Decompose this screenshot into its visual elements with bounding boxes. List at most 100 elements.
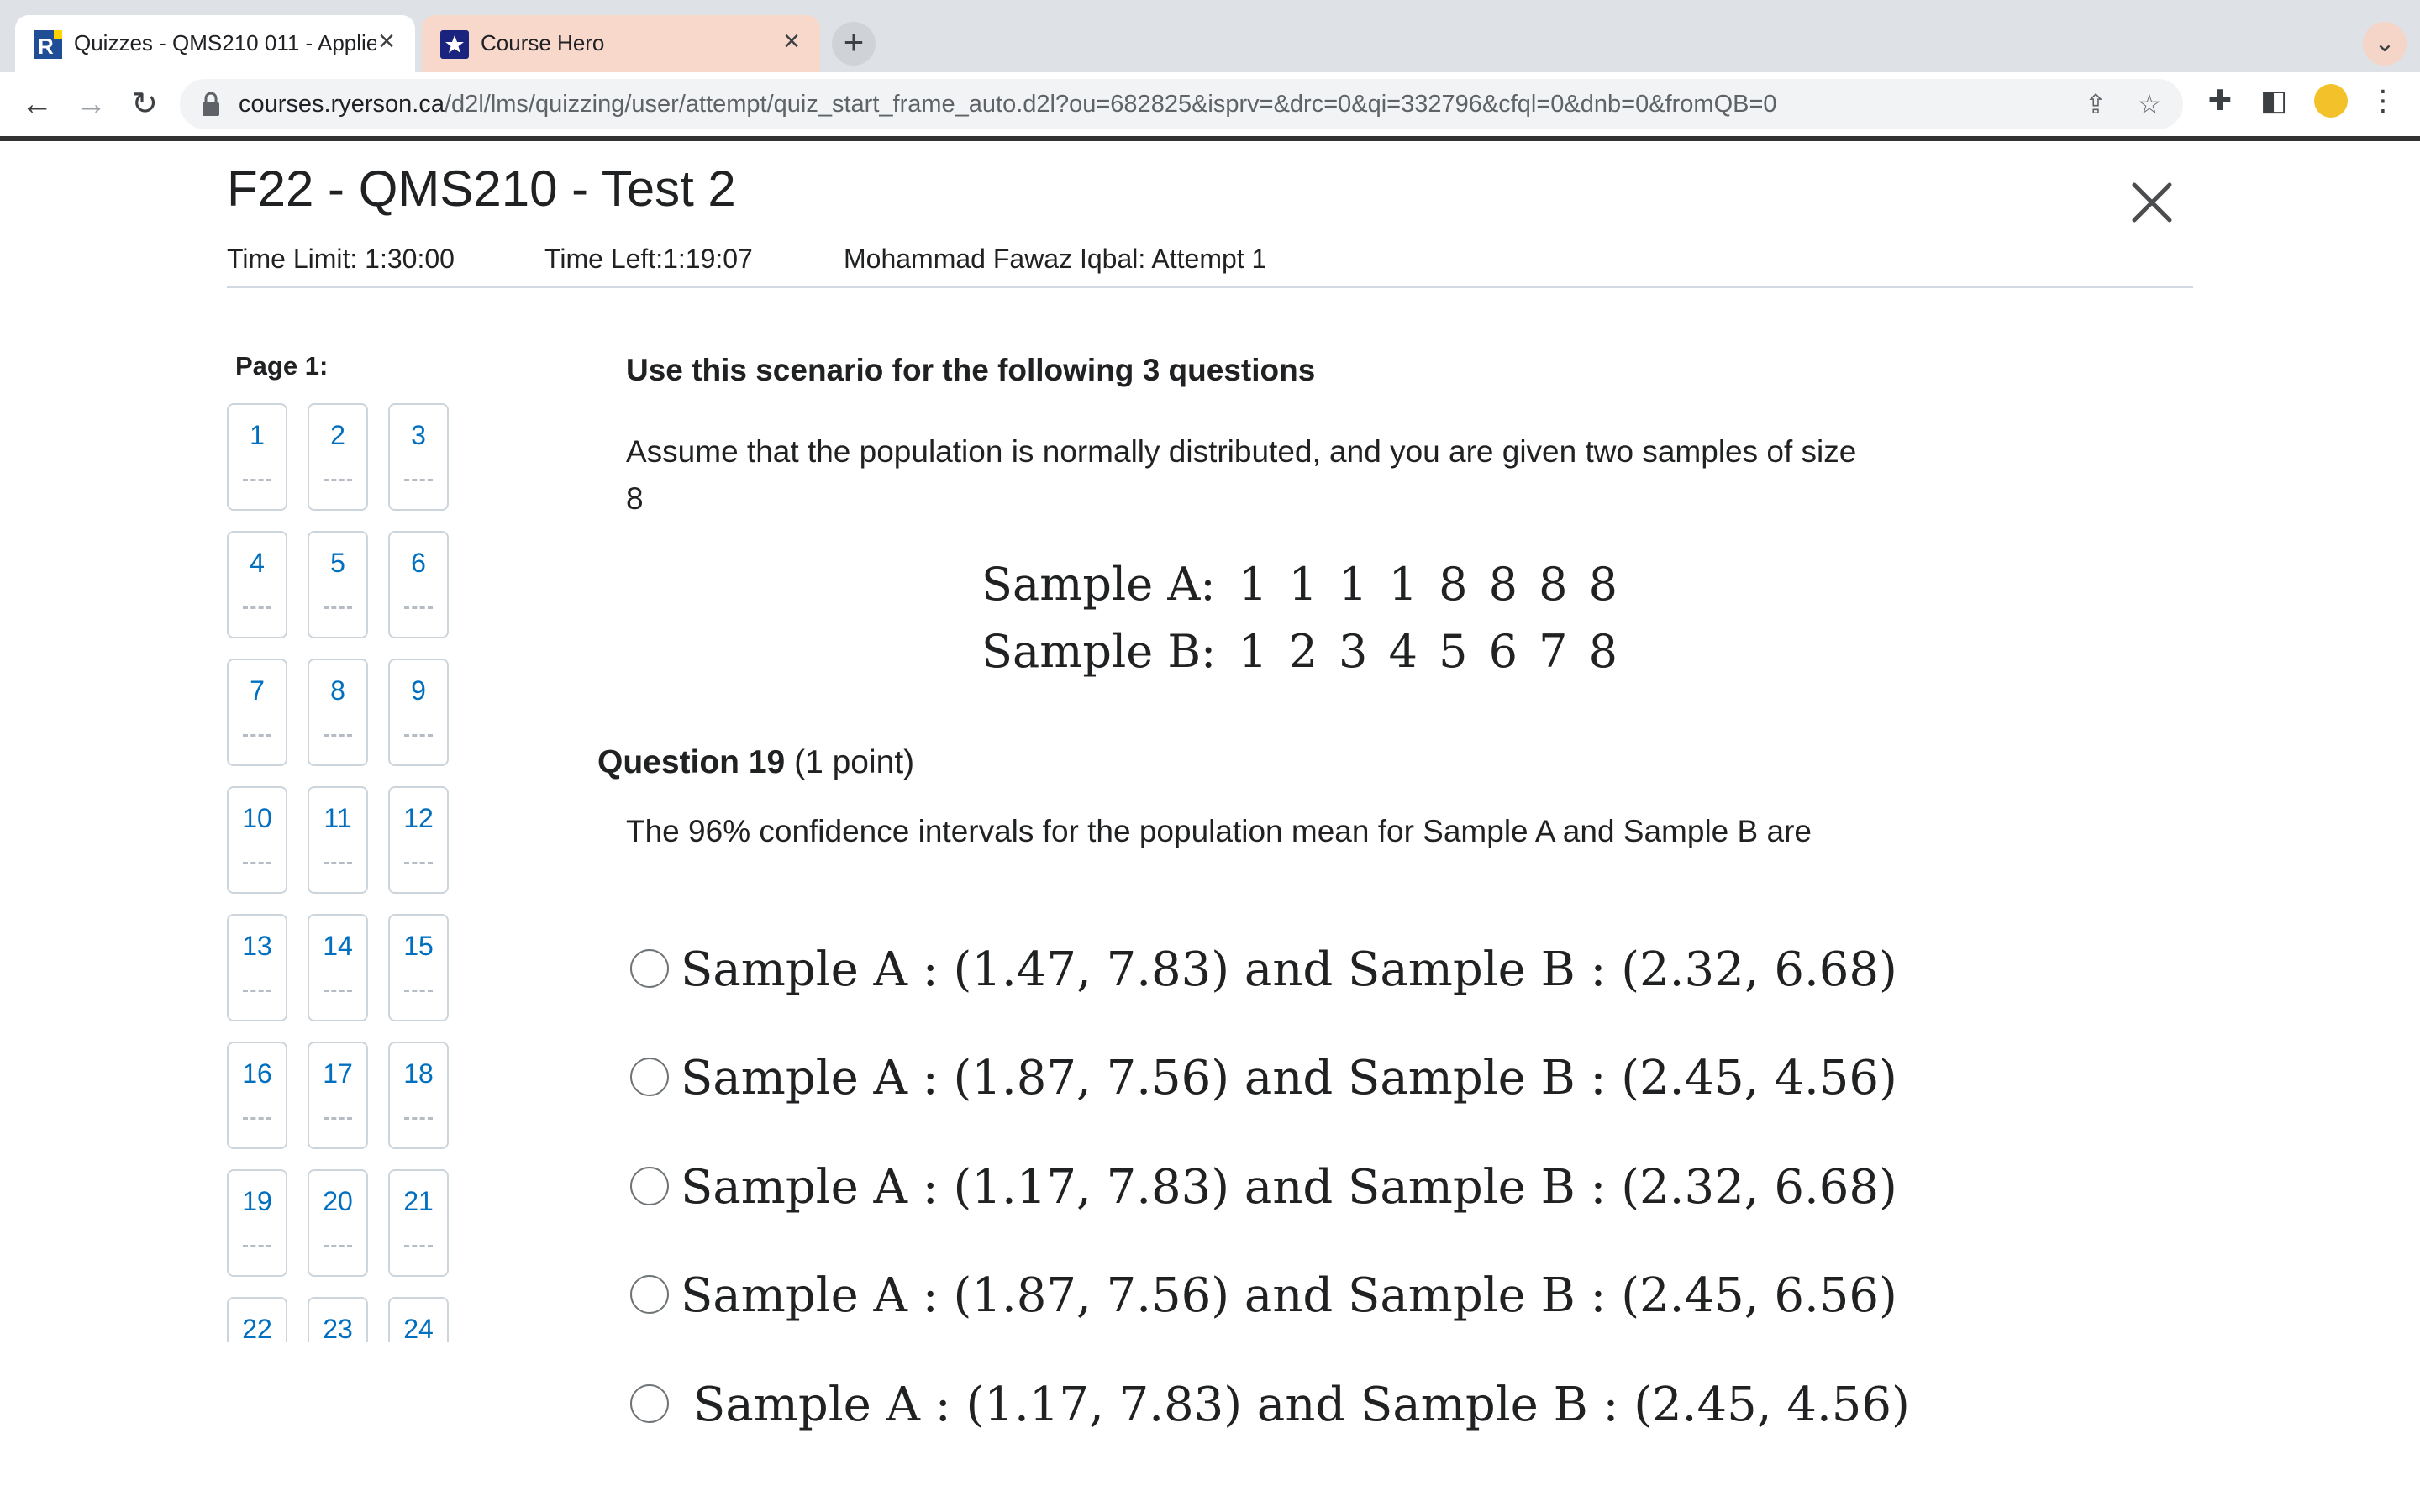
time-left: Time Left:1:19:07 <box>544 244 753 274</box>
question-nav-item[interactable]: 22 <box>227 1297 287 1342</box>
question-nav-item[interactable]: 14 <box>308 914 368 1021</box>
sample-b-values: 1 2 3 4 5 6 7 8 <box>1239 625 1622 678</box>
header-divider <box>227 286 2193 288</box>
question-nav-item[interactable]: 16 <box>227 1042 287 1149</box>
question-nav-item[interactable]: 19 <box>227 1169 287 1277</box>
unanswered-indicator <box>324 862 352 864</box>
radio-button[interactable] <box>630 1167 669 1205</box>
question-nav-item[interactable]: 12 <box>388 786 449 894</box>
unanswered-indicator <box>404 734 433 737</box>
question-nav-number: 2 <box>330 420 345 450</box>
answer-option-text: Sample A : (1.17, 7.83) and Sample B : (… <box>681 1160 1897 1215</box>
question-nav-item[interactable]: 5 <box>308 531 368 638</box>
course-hero-favicon-icon <box>440 30 469 59</box>
question-points: (1 point) <box>794 744 915 780</box>
radio-button[interactable] <box>630 949 669 988</box>
side-panel-icon[interactable]: ◧ <box>2255 82 2292 119</box>
close-icon[interactable] <box>2128 178 2176 227</box>
toolbar-divider <box>0 136 2420 141</box>
tab-course-hero[interactable]: Course Hero × <box>422 15 820 72</box>
unanswered-indicator <box>404 606 433 609</box>
unanswered-indicator <box>324 479 352 481</box>
radio-button[interactable] <box>630 1058 669 1096</box>
page-label: Page 1: <box>235 351 329 381</box>
extensions-puzzle-icon[interactable]: ✚ <box>2202 82 2238 119</box>
answer-option-text: Sample A : (1.87, 7.56) and Sample B : (… <box>681 1268 1897 1323</box>
question-nav-number: 5 <box>330 548 345 578</box>
question-nav-item[interactable]: 23 <box>308 1297 368 1342</box>
browser-menu-icon[interactable]: ⋮ <box>2365 82 2402 119</box>
profile-avatar[interactable] <box>2314 84 2348 118</box>
question-nav-number: 16 <box>242 1058 272 1089</box>
unanswered-indicator <box>243 990 271 992</box>
question-nav-number: 12 <box>403 803 434 833</box>
unanswered-indicator <box>404 990 433 992</box>
sample-b-row: Sample B: 1 2 3 4 5 6 7 8 <box>981 625 1621 678</box>
tab-title: Course Hero <box>481 30 605 55</box>
unanswered-indicator <box>243 734 271 737</box>
question-nav-item[interactable]: 2 <box>308 403 368 511</box>
time-limit: Time Limit: 1:30:00 <box>227 244 455 274</box>
question-nav-item[interactable]: 18 <box>388 1042 449 1149</box>
radio-button[interactable] <box>630 1275 669 1314</box>
answer-option-text: Sample A : (1.17, 7.83) and Sample B : (… <box>693 1378 1910 1432</box>
question-nav-item[interactable]: 7 <box>227 659 287 766</box>
address-bar[interactable]: courses.ryerson.ca/d2l/lms/quizzing/user… <box>180 79 2183 129</box>
question-nav-number: 6 <box>411 548 426 578</box>
unanswered-indicator <box>404 1117 433 1120</box>
unanswered-indicator <box>324 606 352 609</box>
question-nav-item[interactable]: 9 <box>388 659 449 766</box>
question-nav-item[interactable]: 21 <box>388 1169 449 1277</box>
tab-quizzes[interactable]: R Quizzes - QMS210 011 - Applie × <box>15 15 415 72</box>
question-nav-item[interactable]: 20 <box>308 1169 368 1277</box>
question-nav-item[interactable]: 4 <box>227 531 287 638</box>
question-nav-number: 13 <box>242 931 272 961</box>
unanswered-indicator <box>324 990 352 992</box>
question-nav-item[interactable]: 11 <box>308 786 368 894</box>
question-nav-item[interactable]: 10 <box>227 786 287 894</box>
sample-a-label: Sample A: <box>981 558 1216 611</box>
question-nav-item[interactable]: 1 <box>227 403 287 511</box>
question-nav-number: 20 <box>323 1186 353 1216</box>
new-tab-button[interactable]: + <box>832 22 876 66</box>
scenario-title: Use this scenario for the following 3 qu… <box>626 353 1316 387</box>
question-navigator: 1 2 3 4 5 6 7 8 9 10 11 12 13 14 15 16 17 18 19 20 21 22 23 24 <box>227 403 462 1342</box>
unanswered-indicator <box>243 606 271 609</box>
unanswered-indicator <box>324 734 352 737</box>
url-text: courses.ryerson.ca/d2l/lms/quizzing/user… <box>239 91 1777 118</box>
question-nav-item[interactable]: 24 <box>388 1297 449 1342</box>
quiz-title: F22 - QMS210 - Test 2 <box>227 160 736 217</box>
browser-toolbar: ← → ↻ courses.ryerson.ca/d2l/lms/quizzin… <box>0 72 2420 136</box>
unanswered-indicator <box>243 1117 271 1120</box>
tab-close-icon[interactable]: × <box>783 27 800 55</box>
sample-a-row: Sample A: 1 1 1 1 8 8 8 8 <box>981 558 1621 611</box>
question-nav-item[interactable]: 8 <box>308 659 368 766</box>
question-nav-item[interactable]: 13 <box>227 914 287 1021</box>
question-nav-number: 7 <box>250 675 265 706</box>
question-nav-item[interactable]: 6 <box>388 531 449 638</box>
question-nav-item[interactable]: 17 <box>308 1042 368 1149</box>
unanswered-indicator <box>243 862 271 864</box>
unanswered-indicator <box>404 862 433 864</box>
svg-text:R: R <box>38 34 54 59</box>
bookmark-star-icon[interactable]: ☆ <box>2134 89 2165 119</box>
tab-close-icon[interactable]: × <box>378 27 395 55</box>
share-icon[interactable]: ⇪ <box>2081 89 2111 119</box>
forward-arrow-icon[interactable]: → <box>69 82 113 126</box>
back-arrow-icon[interactable]: ← <box>15 82 59 126</box>
question-nav-number: 1 <box>250 420 265 450</box>
question-nav-item[interactable]: 3 <box>388 403 449 511</box>
reload-icon[interactable]: ↻ <box>123 82 166 126</box>
sample-a-values: 1 1 1 1 8 8 8 8 <box>1239 558 1622 611</box>
question-nav-number: 3 <box>411 420 426 450</box>
tab-search-chevron-icon[interactable]: ⌄ <box>2363 22 2407 66</box>
url-host: courses.ryerson.ca <box>239 91 445 118</box>
radio-button[interactable] <box>630 1384 669 1423</box>
question-nav-number: 11 <box>324 803 352 833</box>
question-nav-item[interactable]: 15 <box>388 914 449 1021</box>
unanswered-indicator <box>243 479 271 481</box>
question-nav-number: 24 <box>403 1314 434 1342</box>
question-nav-number: 22 <box>242 1314 272 1342</box>
url-path: /d2l/lms/quizzing/user/attempt/quiz_star… <box>445 91 1777 118</box>
answer-option-text: Sample A : (1.87, 7.56) and Sample B : (… <box>681 1051 1897 1105</box>
